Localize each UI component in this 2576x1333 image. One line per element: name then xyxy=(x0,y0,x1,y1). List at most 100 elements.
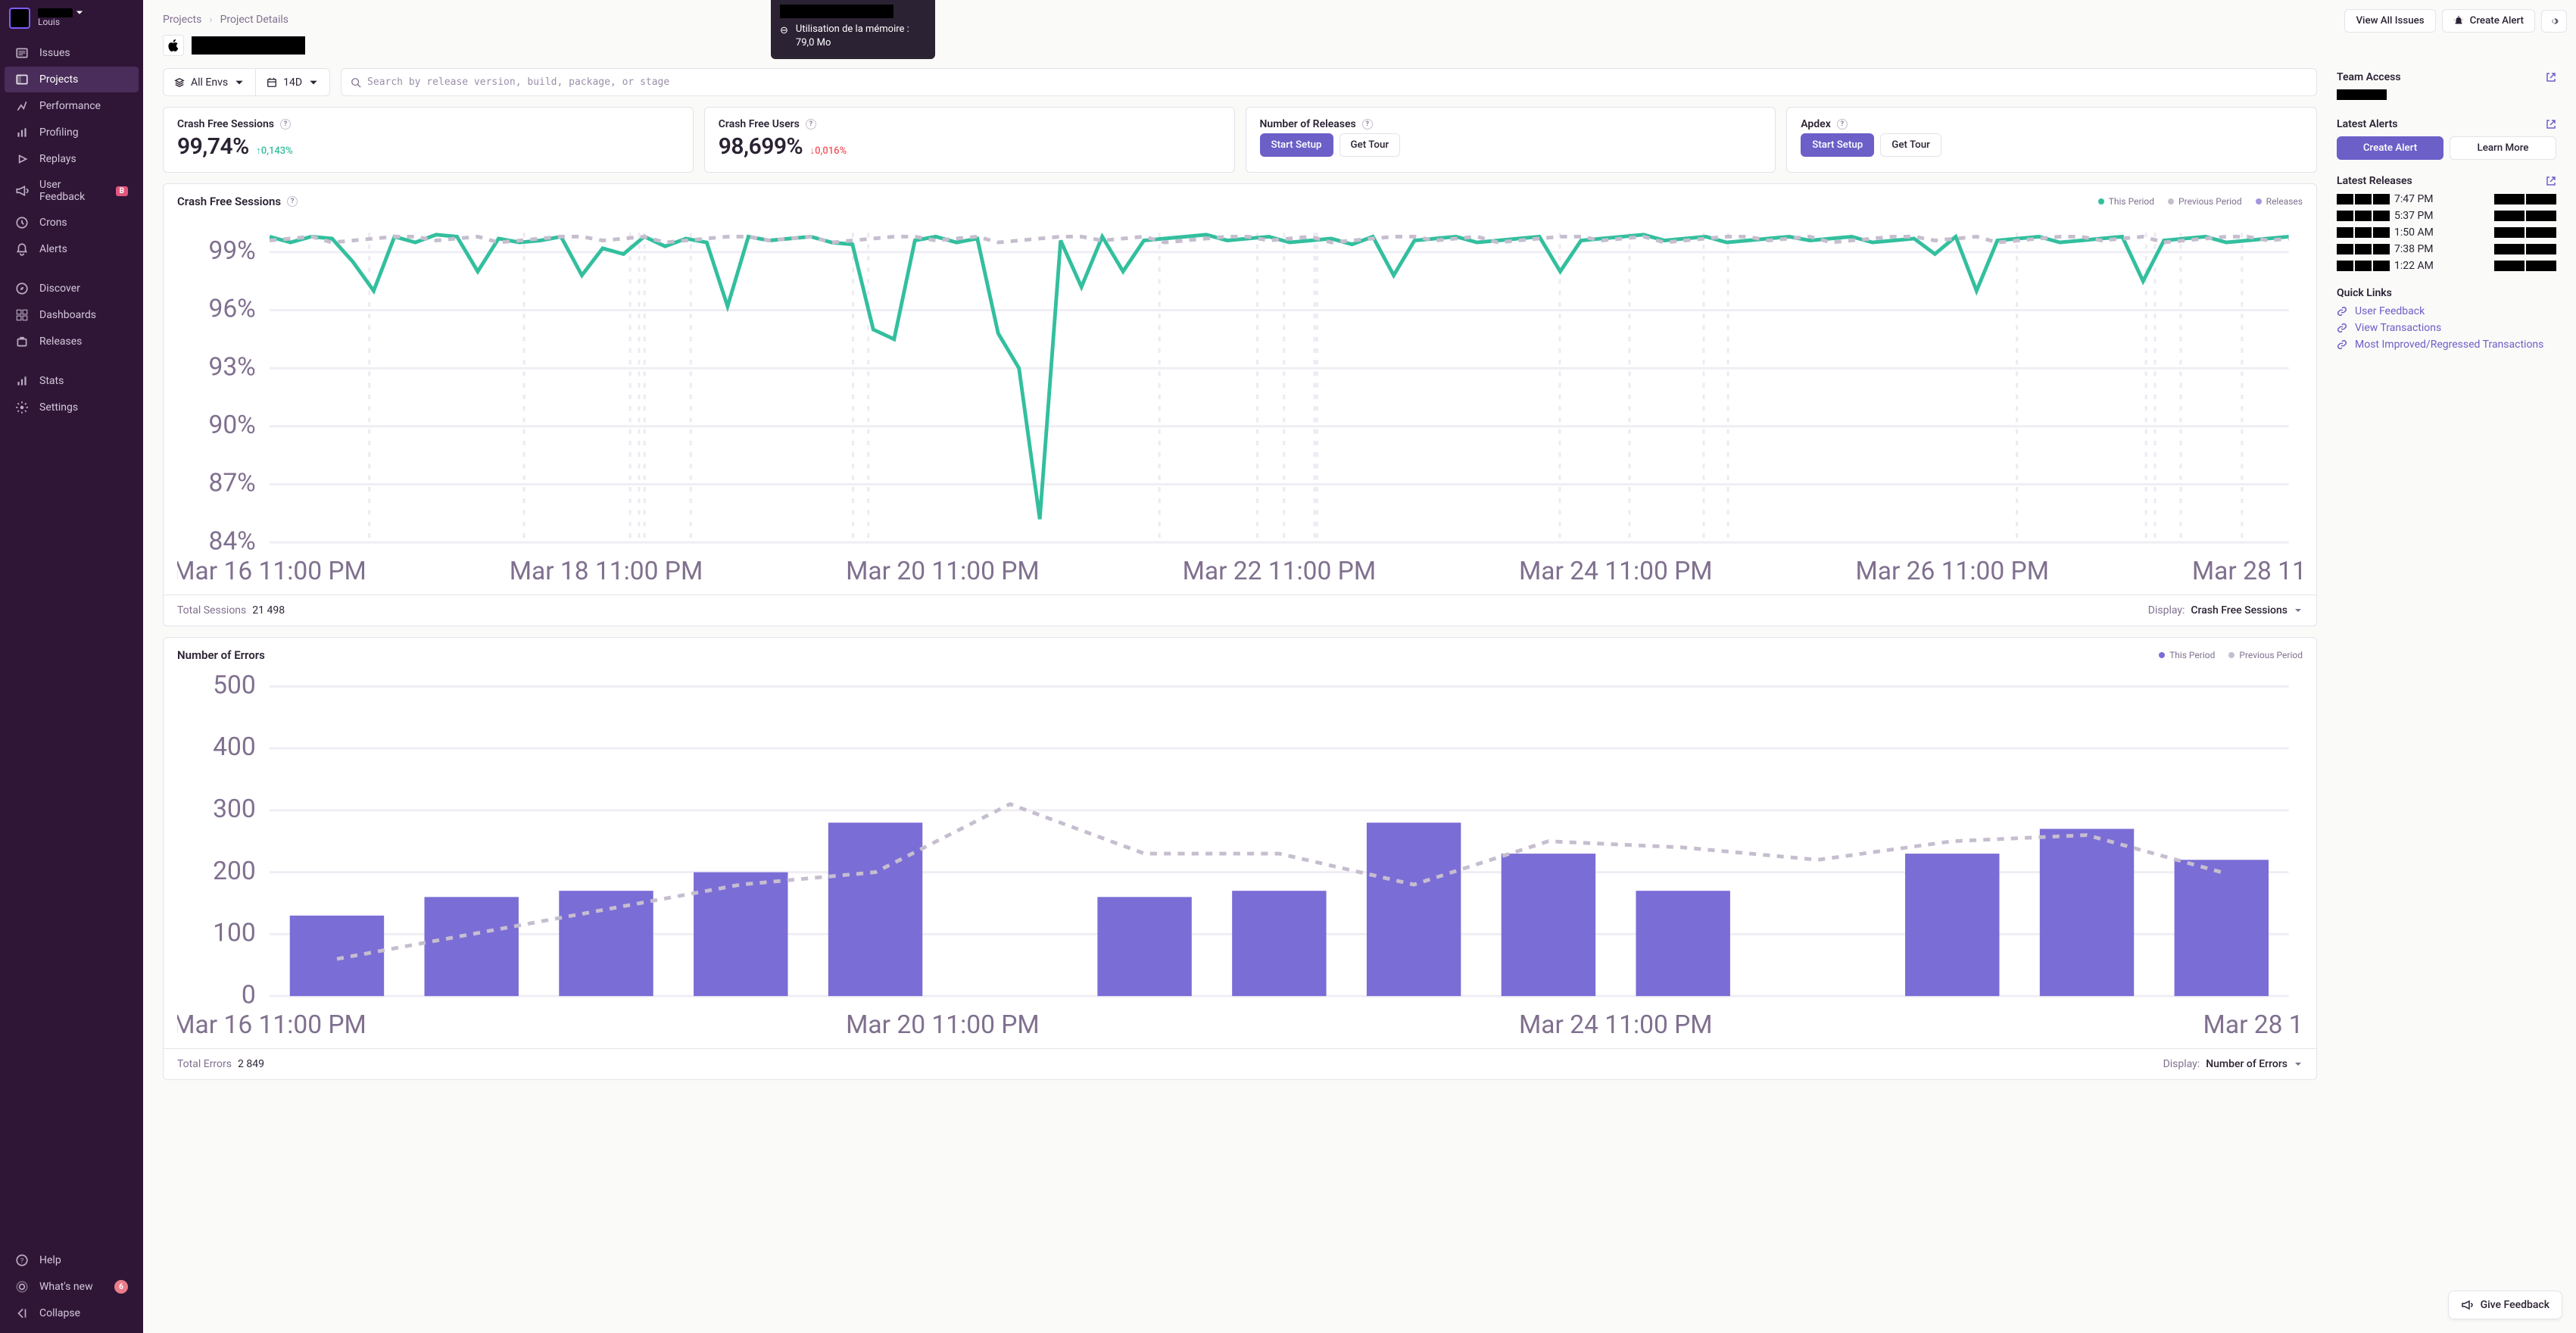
external-link-icon[interactable] xyxy=(2546,176,2556,186)
search-icon xyxy=(351,77,361,88)
panel1-display-select[interactable]: Display: Crash Free Sessions xyxy=(2148,604,2303,617)
time-filter-label: 14D xyxy=(283,76,302,89)
cfu-delta: ↓0,016% xyxy=(810,145,847,157)
calendar-icon xyxy=(267,77,277,88)
replays-icon xyxy=(15,152,29,166)
profiling-icon xyxy=(15,126,29,139)
sidebar-item-crons[interactable]: Crons xyxy=(5,210,139,236)
siren-icon xyxy=(2453,16,2464,27)
sidebar-item-replays[interactable]: Replays xyxy=(5,146,139,172)
release-time: 1:50 AM xyxy=(2394,226,2434,239)
help-icon[interactable]: ? xyxy=(1362,119,1373,130)
link-icon xyxy=(2337,323,2347,333)
time-filter[interactable]: 14D xyxy=(256,69,329,95)
apdex-setup-button[interactable]: Start Setup xyxy=(1801,133,1874,157)
sidebar-item-dashboards[interactable]: Dashboards xyxy=(5,302,139,328)
releases-tour-button[interactable]: Get Tour xyxy=(1339,133,1401,157)
release-row[interactable]: 7:38 PM xyxy=(2337,243,2556,255)
sidebar-item-settings[interactable]: Settings xyxy=(5,395,139,420)
external-link-icon[interactable] xyxy=(2546,72,2556,83)
quick-link[interactable]: View Transactions xyxy=(2337,322,2556,334)
svg-text:100: 100 xyxy=(213,919,256,948)
apdex-title: Apdex xyxy=(1801,118,1831,130)
help-icon[interactable]: ? xyxy=(287,196,298,207)
search-input[interactable] xyxy=(361,69,2307,95)
sidebar-item-releases[interactable]: Releases xyxy=(5,329,139,354)
breadcrumb-root[interactable]: Projects xyxy=(163,14,201,26)
svg-text:Mar 22 11:00 PM: Mar 22 11:00 PM xyxy=(1183,557,1377,586)
sidebar-item-what's-new[interactable]: What's new6 xyxy=(5,1274,139,1300)
quick-link[interactable]: Most Improved/Regressed Transactions xyxy=(2337,339,2556,351)
release-row[interactable]: 5:37 PM xyxy=(2337,210,2556,222)
panel2-display-select[interactable]: Display: Number of Errors xyxy=(2163,1058,2303,1070)
external-link-icon[interactable] xyxy=(2546,119,2556,130)
nav-label: Settings xyxy=(39,401,78,414)
svg-text:Mar 28 11:00 P: Mar 28 11:00 P xyxy=(2203,1010,2303,1040)
legend-rel: Releases xyxy=(2256,196,2303,207)
nav-label: Crons xyxy=(39,217,67,229)
sidebar-item-stats[interactable]: Stats xyxy=(5,368,139,394)
nav-label: Dashboards xyxy=(39,309,96,321)
quick-link[interactable]: User Feedback xyxy=(2337,305,2556,317)
svg-text:Mar 20 11:00 PM: Mar 20 11:00 PM xyxy=(846,1010,1040,1040)
chevron-down-icon xyxy=(308,77,319,88)
sidebar-item-issues[interactable]: Issues xyxy=(5,40,139,66)
sidebar-item-help[interactable]: ?Help xyxy=(5,1247,139,1273)
nav-label: Collapse xyxy=(39,1307,80,1319)
errors-chart: 0100200300400500Mar 16 11:00 PMMar 20 11… xyxy=(164,673,2316,1048)
legend-this: This Period xyxy=(2159,650,2215,660)
svg-text:Mar 28 11:00 PM: Mar 28 11:00 PM xyxy=(2192,557,2303,586)
org-switcher[interactable]: Louis xyxy=(0,5,143,36)
view-all-issues-button[interactable]: View All Issues xyxy=(2344,9,2435,33)
releases-setup-button[interactable]: Start Setup xyxy=(1260,133,1333,157)
latest-releases-section: Latest Releases 7:47 PM5:37 PM1:50 AM7:3… xyxy=(2337,175,2556,272)
latest-alerts-title: Latest Alerts xyxy=(2337,118,2398,130)
search-bar[interactable] xyxy=(341,68,2317,96)
nav-label: Replays xyxy=(39,153,76,165)
alerts-icon xyxy=(15,242,29,256)
panel1-total-label: Total Sessions xyxy=(177,604,246,617)
help-icon[interactable]: ? xyxy=(806,119,816,130)
sidebar-item-profiling[interactable]: Profiling xyxy=(5,120,139,145)
cfs-title: Crash Free Sessions xyxy=(177,118,274,130)
chevron-down-icon xyxy=(2294,606,2303,615)
platform-icon xyxy=(163,35,184,56)
svg-text:400: 400 xyxy=(213,732,256,762)
tooltip-line2: 79,0 Mo xyxy=(796,36,909,50)
release-row[interactable]: 7:47 PM xyxy=(2337,193,2556,205)
svg-text:87%: 87% xyxy=(208,469,255,498)
apdex-tour-button[interactable]: Get Tour xyxy=(1880,133,1941,157)
give-feedback-button[interactable]: Give Feedback xyxy=(2448,1291,2562,1319)
team-access-title: Team Access xyxy=(2337,71,2401,83)
sidebar-item-alerts[interactable]: Alerts xyxy=(5,236,139,262)
release-row[interactable]: 1:50 AM xyxy=(2337,226,2556,239)
settings-button[interactable] xyxy=(2541,10,2567,33)
env-filter[interactable]: All Envs xyxy=(164,69,256,95)
nav-label: User Feedback xyxy=(39,179,105,203)
svg-text:Mar 18 11:00 PM: Mar 18 11:00 PM xyxy=(510,557,703,586)
sidebar-item-discover[interactable]: Discover xyxy=(5,276,139,301)
chevron-right-icon: › xyxy=(209,14,212,26)
sidebar-item-user-feedback[interactable]: User FeedbackB xyxy=(5,173,139,209)
release-row[interactable]: 1:22 AM xyxy=(2337,260,2556,272)
project-name-redacted xyxy=(192,36,305,55)
svg-text:Mar 16 11:00 PM: Mar 16 11:00 PM xyxy=(177,557,366,586)
side-create-alert-button[interactable]: Create Alert xyxy=(2337,136,2443,160)
panel2-total-value: 2 849 xyxy=(238,1058,264,1070)
view-all-issues-label: View All Issues xyxy=(2356,15,2424,27)
sidebar-item-projects[interactable]: Projects xyxy=(5,67,139,92)
releases-icon xyxy=(15,335,29,348)
nav-label: Releases xyxy=(39,336,82,348)
cfu-title: Crash Free Users xyxy=(719,118,800,130)
team-redacted xyxy=(2337,89,2387,100)
chevron-down-icon xyxy=(2294,1060,2303,1069)
help-icon[interactable]: ? xyxy=(280,119,291,130)
help-icon[interactable]: ? xyxy=(1837,119,1848,130)
env-filter-label: All Envs xyxy=(191,76,228,89)
create-alert-button[interactable]: Create Alert xyxy=(2442,9,2535,33)
learn-more-button[interactable]: Learn More xyxy=(2450,136,2556,160)
svg-text:Mar 24 11:00 PM: Mar 24 11:00 PM xyxy=(1519,557,1713,586)
sidebar-item-performance[interactable]: Performance xyxy=(5,93,139,119)
sidebar-item-collapse[interactable]: Collapse xyxy=(5,1300,139,1326)
nav-label: Issues xyxy=(39,47,70,59)
